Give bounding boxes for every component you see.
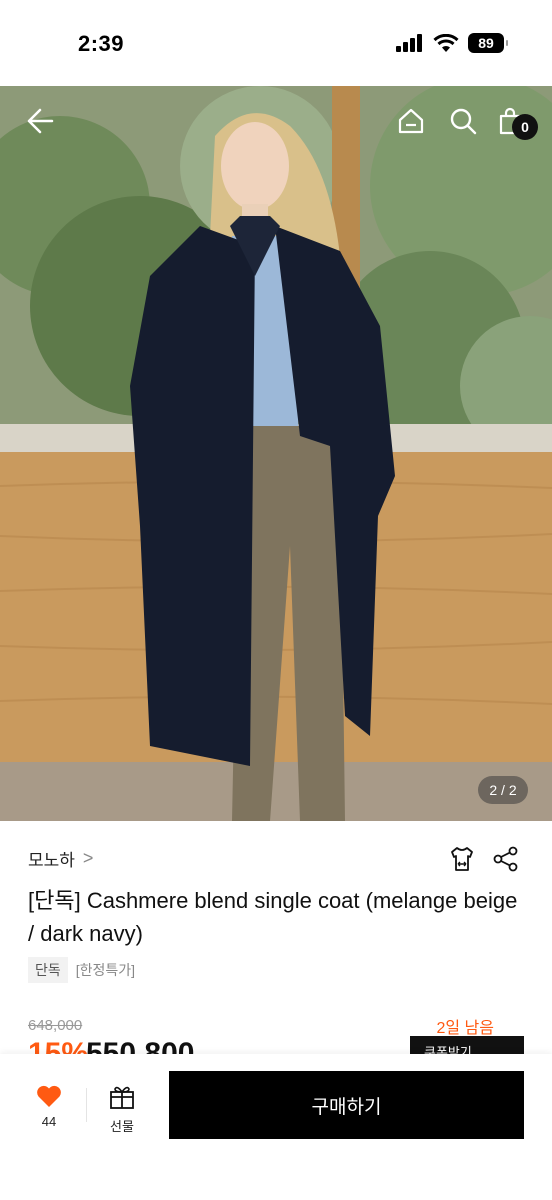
brand-link[interactable]: 모노하 >: [28, 846, 93, 871]
cart-count-badge: 0: [512, 114, 538, 140]
gift-label: 선물: [110, 1119, 134, 1134]
product-actions: [448, 845, 520, 873]
brand-name: 모노하: [28, 851, 75, 870]
tag-exclusive: 단독: [28, 957, 68, 983]
status-time: 2:39: [78, 31, 125, 56]
like-count: 44: [41, 1114, 57, 1129]
size-guide-icon[interactable]: [448, 845, 476, 873]
chevron-right-icon: >: [82, 848, 94, 868]
search-button[interactable]: [443, 101, 483, 141]
coupon-button[interactable]: 쿠폰받기: [410, 1036, 524, 1056]
product-tags: 단독 [한정특가]: [28, 957, 135, 983]
product-photo: [0, 86, 552, 821]
search-icon: [450, 108, 477, 135]
original-price: 648,000: [28, 1017, 83, 1034]
battery-icon: 89: [468, 33, 508, 53]
heart-icon: [37, 1085, 61, 1107]
like-button[interactable]: 44: [27, 1084, 71, 1129]
back-button[interactable]: [20, 101, 60, 141]
back-arrow-icon: [27, 108, 54, 134]
divider: [86, 1088, 87, 1122]
home-icon: [398, 108, 424, 134]
share-icon[interactable]: [492, 845, 520, 873]
gift-icon: [110, 1086, 134, 1109]
wifi-icon: [433, 33, 459, 52]
battery-level: 89: [478, 35, 494, 51]
product-title: [단독] Cashmere blend single coat (melange…: [28, 888, 518, 946]
status-bar: 2:39 89: [0, 0, 552, 86]
status-icons: 89: [396, 33, 508, 53]
gift-button[interactable]: 선물: [100, 1084, 144, 1135]
home-button[interactable]: [391, 101, 431, 141]
tag-limited-deal: [한정특가]: [75, 962, 136, 978]
bottom-action-bar: 44 선물 구매하기: [0, 1054, 552, 1200]
image-page-indicator: 2 / 2: [478, 776, 528, 804]
price-row: 15% 550,800: [28, 1039, 268, 1055]
sale-price: 550,800: [86, 1039, 194, 1055]
signal-icon: [396, 34, 422, 52]
buy-button[interactable]: 구매하기: [169, 1071, 524, 1139]
product-image[interactable]: 0 2 / 2: [0, 86, 552, 821]
days-left-badge: 2일 남음: [436, 1020, 494, 1037]
discount-percent: 15%: [28, 1039, 88, 1055]
